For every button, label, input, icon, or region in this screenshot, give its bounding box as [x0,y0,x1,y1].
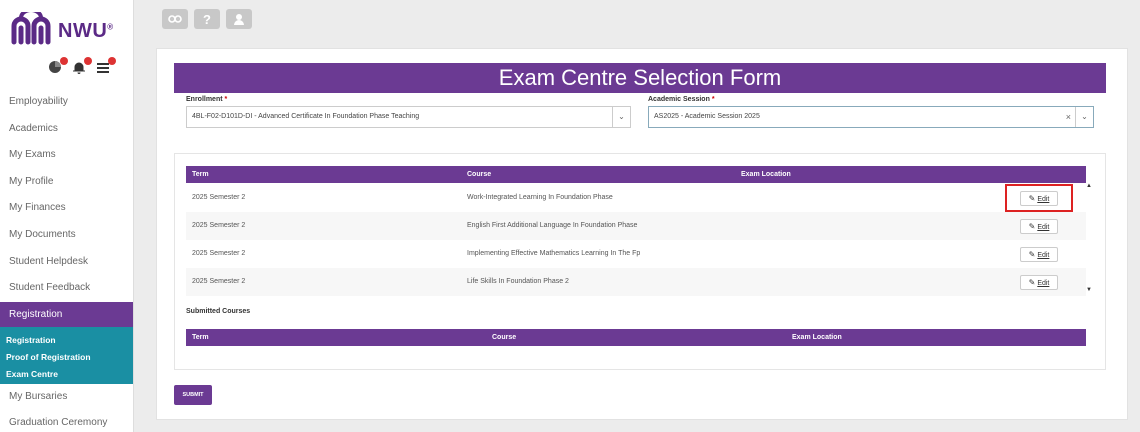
table-row: 2025 Semester 2 Work-Integrated Learning… [186,184,1086,212]
courses-table-header: Term Course Exam Location [186,166,1086,183]
top-toolbar: ? [162,9,252,29]
enrollment-value: 4BL-F02-D101D-DI - Advanced Certificate … [192,113,420,120]
sidebar-item-my-documents[interactable]: My Documents [0,222,133,249]
table-row: 2025 Semester 2 English First Additional… [186,212,1086,240]
scroll-down-icon[interactable]: ▼ [1086,287,1092,293]
edit-button[interactable]: ✎ Edit [1020,219,1058,234]
brand-name: NWU® [58,19,114,42]
notification-dot [84,57,92,65]
sidebar-item-employability[interactable]: Employability [0,89,133,116]
nwu-logo[interactable]: NWU® [10,12,114,50]
enrollment-select[interactable]: 4BL-F02-D101D-DI - Advanced Certificate … [186,106,631,128]
notification-dot [60,57,68,65]
header-course: Course [492,334,517,341]
link-icon[interactable] [162,9,188,29]
academic-session-value: AS2025 - Academic Session 2025 [654,113,760,120]
sidebar-nav: Employability Academics My Exams My Prof… [0,89,133,432]
scroll-up-icon[interactable]: ▲ [1086,183,1092,189]
sidebar-item-my-profile[interactable]: My Profile [0,169,133,196]
academic-session-select[interactable]: AS2025 - Academic Session 2025 × ⌄ [648,106,1094,128]
submitted-courses-label: Submitted Courses [186,308,251,315]
sidebar-item-registration[interactable]: Registration [0,301,133,327]
enrollment-label: Enrollment * [186,96,228,103]
submenu-item-proof-of-registration[interactable]: Proof of Registration [0,349,133,366]
edit-highlight-box [1005,184,1073,212]
nwu-logo-mark-icon [11,12,51,45]
cell-term: 2025 Semester 2 [192,222,246,229]
pie-chart-icon[interactable] [48,57,68,74]
cell-course: Work-Integrated Learning In Foundation P… [467,194,613,201]
submenu-item-exam-centre[interactable]: Exam Centre [0,366,133,383]
cell-course: English First Additional Language In Fou… [467,222,638,229]
sidebar: NWU® Employability Academics My Exams My… [0,0,134,432]
header-course: Course [467,171,492,178]
submit-button[interactable]: SUBMIT [174,385,212,405]
sidebar-item-student-feedback[interactable]: Student Feedback [0,275,133,302]
header-term: Term [192,171,209,178]
clear-icon[interactable]: × [1066,107,1071,127]
user-icon[interactable] [226,9,252,29]
header-term: Term [192,334,209,341]
table-scrollbar[interactable]: ▲ ▼ [1085,183,1094,296]
submenu-item-registration[interactable]: Registration [0,332,133,349]
cell-term: 2025 Semester 2 [192,250,246,257]
table-row: 2025 Semester 2 Life Skills In Foundatio… [186,268,1086,296]
edit-button[interactable]: ✎ Edit [1020,275,1058,290]
sidebar-item-my-finances[interactable]: My Finances [0,195,133,222]
sidebar-item-graduation-ceremony[interactable]: Graduation Ceremony [0,410,133,432]
bell-icon[interactable] [72,57,92,74]
sidebar-item-my-exams[interactable]: My Exams [0,142,133,169]
cell-term: 2025 Semester 2 [192,194,246,201]
sidebar-item-student-helpdesk[interactable]: Student Helpdesk [0,249,133,276]
chevron-down-icon[interactable]: ⌄ [612,107,630,127]
cell-course: Life Skills In Foundation Phase 2 [467,278,569,285]
cell-course: Implementing Effective Mathematics Learn… [467,250,641,257]
notification-icons [48,57,116,74]
chevron-down-icon[interactable]: ⌄ [1075,107,1093,127]
pencil-icon: ✎ [1028,222,1036,231]
notification-dot [108,57,116,65]
header-exam-location: Exam Location [741,171,791,178]
edit-button[interactable]: ✎ Edit [1020,247,1058,262]
submitted-table-header: Term Course Exam Location [186,329,1086,346]
pencil-icon: ✎ [1028,250,1036,259]
academic-session-label: Academic Session * [648,96,715,103]
table-row: 2025 Semester 2 Implementing Effective M… [186,240,1086,268]
help-icon[interactable]: ? [194,9,220,29]
header-exam-location: Exam Location [792,334,842,341]
pencil-icon: ✎ [1028,278,1036,287]
sidebar-item-academics[interactable]: Academics [0,116,133,143]
registration-submenu: Registration Proof of Registration Exam … [0,326,133,384]
page-title: Exam Centre Selection Form [174,63,1106,93]
list-icon[interactable] [96,57,116,74]
sidebar-item-my-bursaries[interactable]: My Bursaries [0,384,133,411]
cell-term: 2025 Semester 2 [192,278,246,285]
